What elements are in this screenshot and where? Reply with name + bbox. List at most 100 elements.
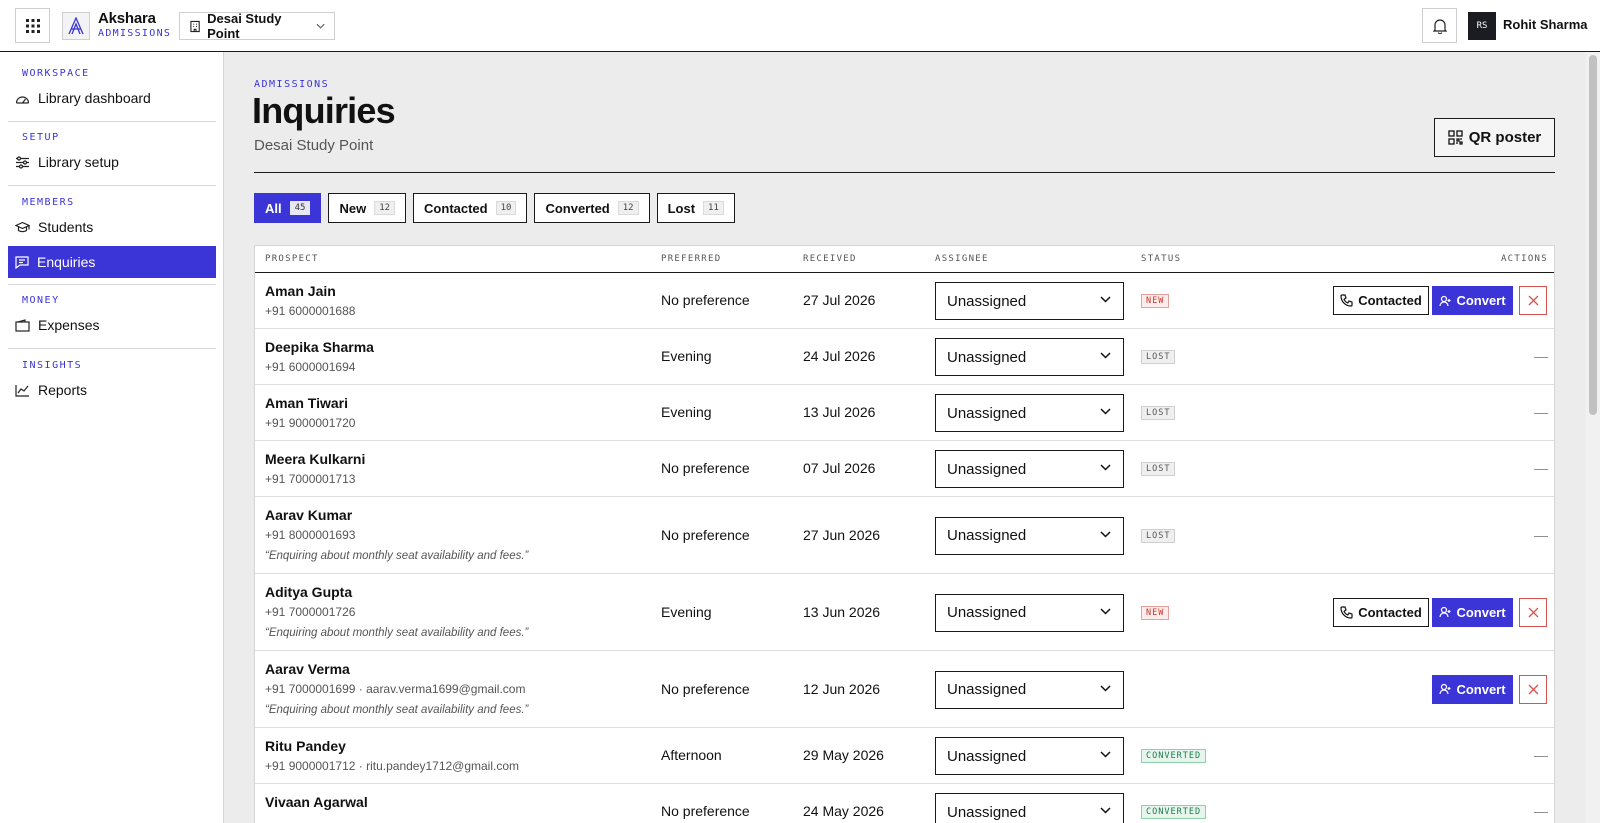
convert-button[interactable]: Convert (1432, 286, 1513, 315)
app-launcher-button[interactable] (15, 8, 50, 43)
prospect-name: Aman Tiwari (265, 395, 348, 411)
qr-poster-button[interactable]: QR poster (1434, 118, 1555, 157)
table-row: Aman Tiwari +91 9000001720 Evening 13 Jul 2… (255, 385, 1554, 441)
filter-converted[interactable]: Converted 12 (534, 193, 650, 223)
assignee-select[interactable]: Unassigned (935, 516, 1124, 555)
preferred-slot: No preference (661, 526, 750, 543)
sidebar-item-label: Library dashboard (38, 90, 151, 106)
mark-lost-button[interactable] (1519, 286, 1547, 315)
prospect-note: “Enquiring about monthly seat availabili… (265, 550, 529, 562)
sidebar-heading-insights: INSIGHTS (22, 360, 83, 371)
page-subtitle: Desai Study Point (254, 137, 374, 154)
line-chart-icon (15, 384, 29, 397)
sidebar-item-students[interactable]: Students (8, 211, 216, 243)
assignee-select[interactable]: Unassigned (935, 282, 1124, 320)
sidebar-divider (8, 284, 216, 285)
qr-poster-label: QR poster (1468, 129, 1542, 146)
no-actions: — (1534, 460, 1548, 476)
mark-contacted-button[interactable]: Contacted (1333, 286, 1429, 315)
mark-lost-button[interactable] (1519, 597, 1547, 627)
sidebar-item-enquiries[interactable]: Enquiries (8, 246, 216, 278)
filter-lost[interactable]: Lost 11 (656, 193, 735, 223)
user-plus-icon (1439, 295, 1451, 306)
sidebar-item-label: Reports (38, 382, 88, 398)
sidebar-item-library-dashboard[interactable]: Library dashboard (8, 82, 216, 114)
status-badge: LOST (1141, 528, 1176, 543)
phone-icon (1340, 294, 1353, 307)
filter-new[interactable]: New 12 (328, 193, 407, 223)
assignee-select[interactable]: Unassigned (935, 394, 1124, 432)
app-logo (62, 12, 90, 40)
message-icon (15, 255, 29, 269)
sidebar-item-reports[interactable]: Reports (8, 374, 216, 406)
assignee-select[interactable]: Unassigned (935, 450, 1124, 488)
assignee-select[interactable]: Unassigned (935, 338, 1124, 376)
prospect-note: “Enquiring about monthly seat availabili… (265, 704, 529, 716)
mark-lost-button[interactable] (1519, 674, 1547, 704)
filter-label: New (339, 200, 367, 216)
mark-contacted-button[interactable]: Contacted (1333, 597, 1429, 627)
chevron-down-icon (1100, 807, 1111, 814)
sidebar-item-expenses[interactable]: Expenses (8, 309, 216, 341)
preferred-slot: No preference (661, 680, 750, 697)
user-name[interactable]: Rohit Sharma (1503, 17, 1588, 32)
assignee-value: Unassigned (947, 803, 1027, 821)
column-header-received: RECEIVED (803, 254, 857, 264)
prospect-contact: +91 7000001699 · aarav.verma1699@gmail.c… (265, 682, 526, 696)
assignee-value: Unassigned (947, 747, 1027, 765)
table-row: Deepika Sharma +91 6000001694 Evening 24 Ju… (255, 329, 1554, 385)
status-badge: CONVERTED (1141, 805, 1207, 819)
filter-contacted[interactable]: Contacted 10 (413, 193, 528, 223)
close-icon (1528, 607, 1538, 617)
status-badge: LOST (1141, 406, 1176, 420)
filter-all[interactable]: All 45 (254, 193, 322, 223)
status-badge: CONVERTED (1141, 749, 1207, 763)
prospect-contact: +91 7000001713 (265, 472, 356, 486)
assignee-value: Unassigned (947, 527, 1027, 544)
filter-count: 12 (374, 201, 396, 215)
assignee-select[interactable]: Unassigned (935, 670, 1124, 709)
notifications-button[interactable] (1422, 8, 1457, 43)
sidebar-item-library-setup[interactable]: Library setup (8, 146, 216, 178)
column-header-preferred: PREFERRED (661, 254, 722, 264)
preferred-slot: No preference (661, 460, 750, 476)
preferred-slot: Evening (661, 603, 712, 620)
qr-code-icon (1448, 130, 1463, 145)
sliders-icon (16, 155, 29, 169)
page-title: Inquiries (252, 90, 396, 131)
scrollbar-thumb[interactable] (1589, 55, 1597, 415)
assignee-value: Unassigned (947, 292, 1027, 310)
assignee-select[interactable]: Unassigned (935, 793, 1124, 823)
branch-selector[interactable]: Desai Study Point (179, 11, 335, 41)
received-date: 07 Jul 2026 (803, 460, 876, 476)
bell-icon (1432, 18, 1447, 34)
received-date: 29 May 2026 (803, 747, 884, 763)
table-row: Aman Jain +91 6000001688 No preference 27 J… (255, 273, 1554, 329)
no-actions: — (1534, 404, 1548, 420)
chevron-down-icon (1100, 607, 1111, 615)
avatar[interactable]: RS (1468, 12, 1496, 40)
table-row: Ritu Pandey +91 9000001712 · ritu.pandey1… (255, 728, 1554, 784)
gauge-icon (15, 95, 30, 104)
convert-button[interactable]: Convert (1432, 674, 1513, 704)
sidebar-heading-workspace: WORKSPACE (22, 68, 90, 79)
received-date: 27 Jun 2026 (803, 526, 881, 543)
convert-button[interactable]: Convert (1432, 597, 1513, 627)
branch-selector-value: Desai Study Point (207, 11, 282, 41)
received-date: 13 Jul 2026 (803, 404, 876, 420)
filter-count: 12 (617, 201, 639, 215)
received-date: 24 May 2026 (803, 803, 884, 819)
status-badge: NEW (1141, 605, 1170, 620)
status-filters: All 45 New 12 Contacted 10 Converted 12 … (254, 193, 735, 223)
prospect-name: Ritu Pandey (265, 738, 346, 754)
no-actions: — (1534, 348, 1548, 364)
table-row: Meera Kulkarni +91 7000001713 No preferenc… (255, 441, 1554, 497)
sidebar-item-label: Students (38, 219, 94, 235)
assignee-select[interactable]: Unassigned (935, 593, 1124, 632)
assignee-select[interactable]: Unassigned (935, 737, 1124, 775)
prospect-contact: +91 7000001726 (265, 605, 356, 619)
table-row: Vivaan Agarwal No preference 24 May 2026 Un… (255, 784, 1554, 823)
chevron-down-icon (1100, 530, 1111, 538)
sidebar-heading-money: MONEY (22, 295, 60, 306)
chevron-down-icon (1100, 296, 1111, 303)
